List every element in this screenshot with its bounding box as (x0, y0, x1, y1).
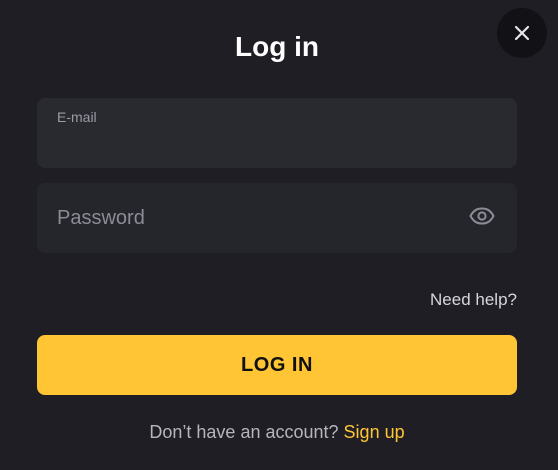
eye-icon (469, 206, 495, 230)
email-input[interactable] (57, 128, 487, 156)
signup-prompt: Don’t have an account? Sign up (0, 422, 554, 443)
email-field[interactable]: E-mail (37, 98, 517, 168)
email-label: E-mail (57, 109, 97, 125)
toggle-password-visibility-button[interactable] (467, 204, 497, 232)
signup-link[interactable]: Sign up (344, 422, 405, 442)
login-modal: Log in E-mail Need help? LOG IN Don’t ha… (0, 0, 558, 470)
need-help-link[interactable]: Need help? (430, 290, 517, 310)
login-button[interactable]: LOG IN (37, 335, 517, 395)
signup-prompt-text: Don’t have an account? (149, 422, 339, 442)
modal-title: Log in (235, 31, 319, 62)
password-input[interactable] (57, 203, 457, 233)
password-field[interactable] (37, 183, 517, 253)
